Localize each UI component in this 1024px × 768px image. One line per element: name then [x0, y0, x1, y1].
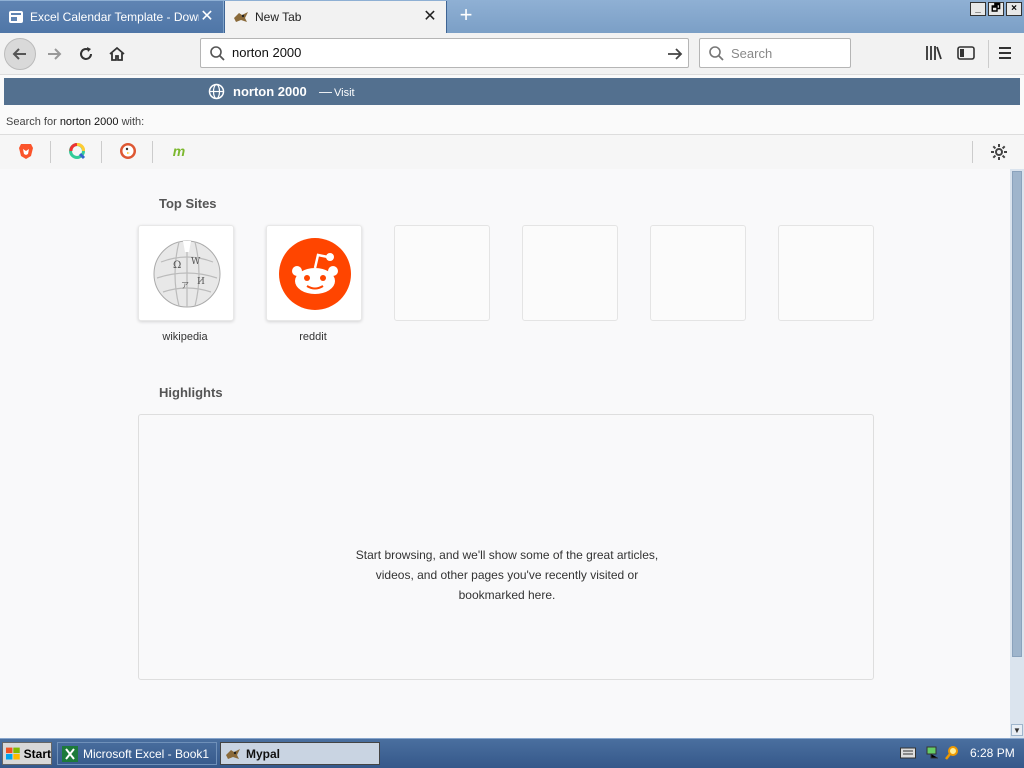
taskbar-item-mypal[interactable]: Mypal — [220, 742, 380, 765]
url-suggestions-panel: norton 2000 — Visit Search for norton 20… — [0, 75, 1024, 169]
library-icon[interactable] — [925, 45, 943, 61]
engine-divider — [101, 141, 102, 163]
start-label: Start — [23, 746, 51, 761]
suggestion-title: norton 2000 — [233, 84, 307, 99]
taskbar: Start Microsoft Excel - Book1 Mypal 6:28… — [0, 738, 1024, 768]
clock: 6:28 PM — [970, 746, 1015, 760]
search-placeholder: Search — [731, 46, 773, 61]
tab-title: New Tab — [255, 10, 302, 24]
top-sites-heading: Top Sites — [159, 196, 217, 211]
scroll-down-arrow-icon[interactable]: ▼ — [1011, 724, 1023, 736]
taskbar-item-label: Microsoft Excel - Book1 — [83, 746, 210, 761]
gear-icon[interactable] — [990, 143, 1008, 161]
excel-icon — [62, 745, 78, 762]
search-box[interactable]: Search — [699, 38, 851, 68]
globe-icon — [208, 83, 225, 100]
suggestion-separator: — — [319, 84, 332, 99]
keyboard-icon[interactable] — [900, 747, 916, 759]
close-window-button[interactable]: × — [1006, 2, 1022, 16]
mypal-icon — [234, 12, 248, 22]
back-arrow-icon — [12, 48, 26, 60]
engine-divider — [152, 141, 153, 163]
suggestion-row[interactable]: norton 2000 — Visit — [4, 78, 1020, 105]
go-arrow-icon[interactable] — [666, 45, 684, 63]
network-icon[interactable] — [926, 745, 942, 761]
mypal-icon — [226, 748, 240, 759]
taskbar-item-excel[interactable]: Microsoft Excel - Book1 — [57, 742, 217, 765]
brave-lion-icon — [19, 144, 33, 159]
suggestion-action: Visit — [334, 87, 355, 99]
new-tab-page: Top Sites Ω W И ア wikipedia reddit Highl… — [0, 169, 1010, 738]
svg-text:W: W — [191, 257, 201, 267]
brave-engine-button[interactable] — [17, 142, 35, 160]
svg-text:И: И — [197, 277, 205, 287]
home-icon — [109, 46, 125, 61]
magnifier-icon[interactable] — [944, 745, 960, 761]
engine-divider — [972, 141, 973, 163]
tab-excel-calendar[interactable]: Excel Calendar Template - Downlo ✕ — [0, 1, 223, 33]
wikipedia-globe-icon: Ω W И ア — [153, 240, 221, 308]
engine-divider — [50, 141, 51, 163]
svg-text:ア: ア — [181, 281, 189, 290]
highlights-empty-message: Start browsing, and we'll show some of t… — [355, 548, 659, 602]
highlights-heading: Highlights — [159, 385, 223, 400]
top-site-tile-reddit[interactable] — [266, 225, 362, 321]
tab-strip: Excel Calendar Template - Downlo ✕ New T… — [0, 0, 1024, 33]
duckduckgo-icon — [120, 143, 136, 159]
svg-text:Ω: Ω — [173, 260, 181, 271]
menu-icon[interactable] — [997, 45, 1013, 61]
top-site-tile-wikipedia[interactable]: Ω W И ア — [138, 225, 234, 321]
new-tab-button[interactable]: + — [455, 4, 477, 27]
top-site-tile-empty[interactable] — [394, 225, 490, 321]
sidebar-icon[interactable] — [957, 45, 975, 61]
toolbar-divider — [988, 40, 989, 68]
top-site-tile-empty[interactable] — [650, 225, 746, 321]
close-tab-icon[interactable]: ✕ — [199, 9, 215, 25]
search-icon — [709, 46, 724, 61]
search-icon — [210, 46, 225, 61]
url-bar[interactable]: norton 2000 — [200, 38, 689, 68]
tab-new-tab[interactable]: New Tab ✕ — [224, 1, 447, 33]
mojeek-engine-button[interactable]: m — [170, 142, 188, 160]
mojeek-icon: m — [172, 143, 186, 159]
windows-logo-icon — [6, 747, 20, 759]
close-tab-icon[interactable]: ✕ — [422, 9, 438, 25]
search-engine-bar: m — [0, 134, 1024, 169]
start-button[interactable]: Start — [2, 742, 52, 765]
forward-button[interactable] — [38, 38, 70, 70]
top-site-tile-empty[interactable] — [522, 225, 618, 321]
page-icon — [9, 11, 23, 23]
forward-arrow-icon — [48, 48, 62, 60]
highlights-empty-state: Start browsing, and we'll show some of t… — [138, 414, 874, 680]
tab-title: Excel Calendar Template - Downlo — [30, 10, 199, 24]
top-site-tile-empty[interactable] — [778, 225, 874, 321]
qwant-engine-button[interactable] — [68, 142, 86, 160]
top-site-label: wikipedia — [162, 331, 208, 343]
restore-button[interactable]: 🗗 — [988, 2, 1004, 16]
nav-toolbar: norton 2000 Search — [0, 33, 1024, 75]
system-tray: 6:28 PM — [890, 742, 1020, 765]
reload-button[interactable] — [70, 38, 102, 70]
window-controls: _ 🗗 × — [968, 2, 1022, 16]
reddit-alien-icon — [279, 238, 351, 310]
home-button[interactable] — [101, 38, 133, 70]
back-button[interactable] — [4, 38, 36, 70]
url-input-value[interactable]: norton 2000 — [232, 45, 301, 60]
vertical-scrollbar[interactable]: ▼ — [1010, 169, 1024, 738]
reload-icon — [80, 47, 92, 60]
scrollbar-thumb[interactable] — [1012, 171, 1022, 657]
screen: Excel Calendar Template - Downlo ✕ New T… — [0, 0, 1024, 768]
taskbar-item-label: Mypal — [246, 746, 281, 761]
top-site-label: reddit — [299, 331, 327, 343]
qwant-icon — [69, 142, 86, 160]
search-with-label: Search for norton 2000 with: — [6, 116, 145, 128]
minimize-button[interactable]: _ — [970, 2, 986, 16]
duckduckgo-engine-button[interactable] — [119, 142, 137, 160]
